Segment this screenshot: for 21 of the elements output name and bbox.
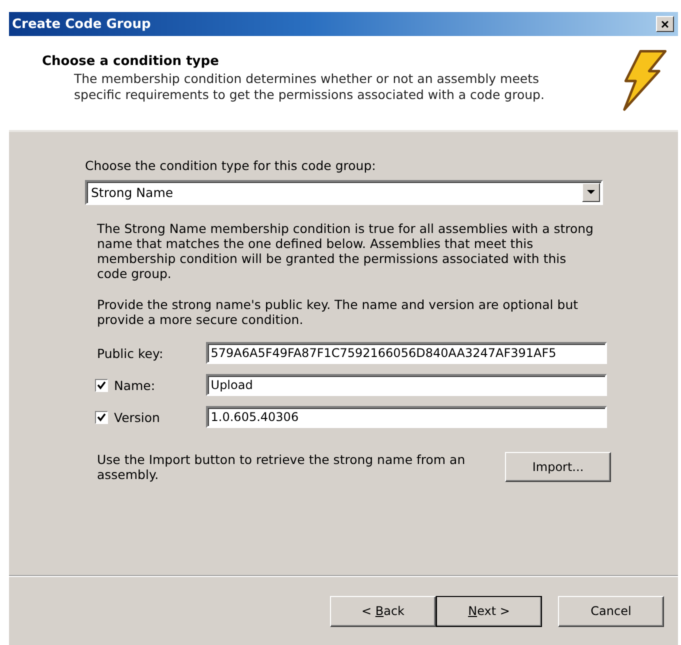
- key-instruction: Provide the strong name's public key. The name and version are optional but provide a more secure condition.: [97, 297, 580, 327]
- step-description: The membership condition determines whether or not an assembly meets specific requirements to get the permissions associated with a code group.: [74, 71, 546, 103]
- close-button[interactable]: ×: [656, 16, 674, 32]
- field-label: Name:: [114, 378, 156, 392]
- checkbox[interactable]: [95, 378, 108, 392]
- wizard-button[interactable]: Cancel: [558, 596, 664, 626]
- input-field[interactable]: 579A6A5F49FA87F1C7592166056D840AA3247AF391AF5: [206, 342, 607, 364]
- condition-explanation: The Strong Name membership condition is true for all assemblies with a strong name that matches the one defined below. Assemblies that meet this membership condition will be granted the permissions associated with this code group.: [97, 221, 594, 281]
- condition-dropdown[interactable]: Strong Name: [85, 180, 603, 205]
- window-title: Create Code Group: [12, 16, 151, 32]
- checkbox[interactable]: [95, 410, 108, 424]
- input-field[interactable]: 1.0.605.40306: [206, 406, 607, 428]
- import-button[interactable]: Import...: [505, 452, 611, 482]
- import-hint: Use the Import button to retrieve the strong name from an assembly.: [97, 452, 466, 482]
- field-label: Version: [114, 410, 160, 424]
- condition-label: Choose the condition type for this code group:: [85, 158, 377, 173]
- input-field[interactable]: Upload: [206, 374, 607, 396]
- step-title: Choose a condition type: [42, 54, 220, 69]
- wizard-button[interactable]: Next >: [436, 596, 542, 626]
- wizard-button[interactable]: < Back: [330, 596, 436, 626]
- field-label: Public key:: [97, 346, 164, 360]
